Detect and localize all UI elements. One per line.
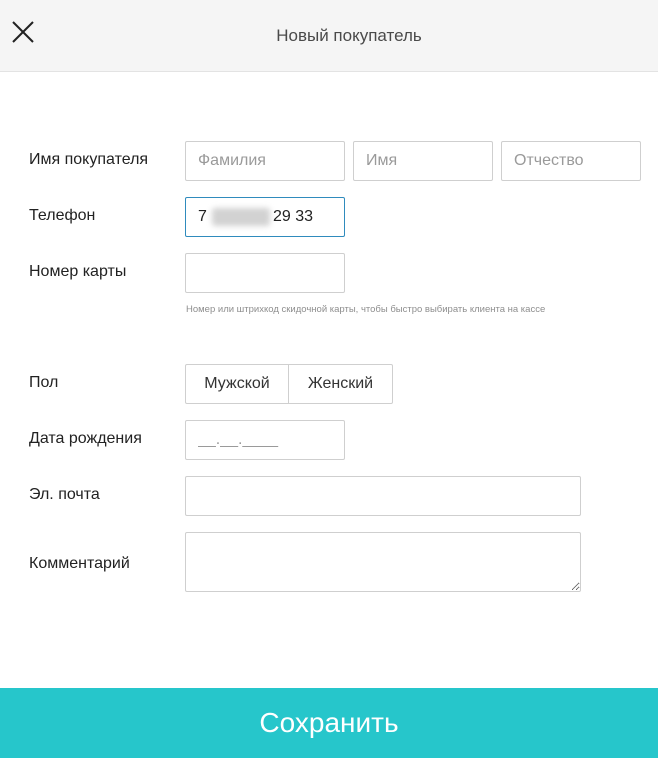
middle-name-input[interactable] [501, 141, 641, 181]
gender-toggle: Мужской Женский [185, 364, 393, 404]
phone-input[interactable]: 7 29 33 [185, 197, 345, 237]
gender-label: Пол [29, 374, 59, 391]
phone-suffix: 29 33 [273, 208, 314, 225]
birthdate-input[interactable] [185, 420, 345, 460]
card-number-hint: Номер или штрихкод скидочной карты, чтоб… [186, 304, 546, 315]
save-button[interactable]: Сохранить [0, 688, 658, 758]
customer-name-label: Имя покупателя [29, 151, 149, 168]
card-number-input[interactable] [185, 253, 345, 293]
gender-male-button[interactable]: Мужской [185, 364, 289, 404]
phone-redacted [212, 208, 270, 226]
phone-prefix: 7 [198, 208, 207, 225]
birthdate-label: Дата рождения [29, 430, 142, 447]
email-input[interactable] [185, 476, 581, 516]
gender-female-button[interactable]: Женский [289, 364, 393, 404]
email-label: Эл. почта [29, 486, 100, 503]
close-button[interactable] [6, 15, 40, 49]
last-name-input[interactable] [185, 141, 345, 181]
new-customer-dialog: Новый покупатель Имя покупателя Телефон … [0, 0, 658, 758]
comment-label: Комментарий [29, 555, 130, 572]
phone-label: Телефон [29, 207, 96, 224]
dialog-header: Новый покупатель [0, 0, 658, 72]
first-name-input[interactable] [353, 141, 493, 181]
close-icon [12, 21, 34, 43]
card-number-label: Номер карты [29, 263, 127, 280]
dialog-title: Новый покупатель [276, 26, 422, 45]
comment-textarea[interactable] [185, 532, 581, 592]
